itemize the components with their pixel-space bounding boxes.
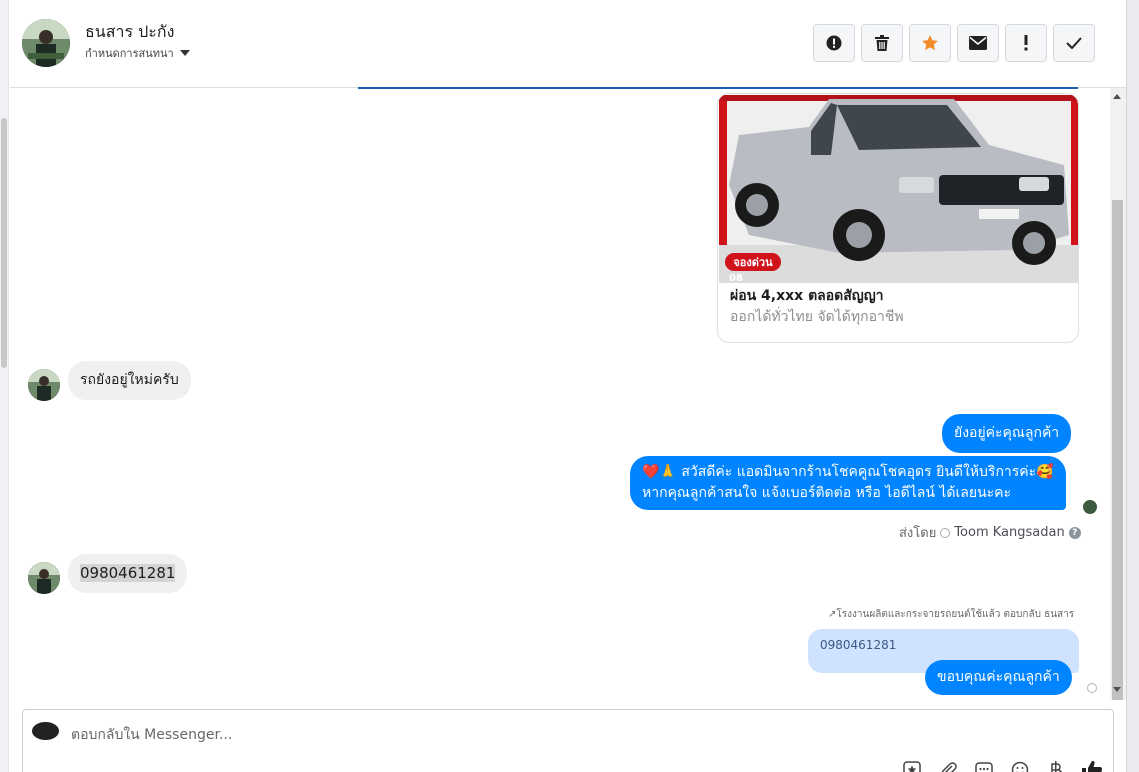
contact-name[interactable]: ธนสาร ปะกัง bbox=[85, 20, 174, 45]
incoming-message-phone[interactable]: 0980461281 bbox=[68, 554, 188, 593]
follow-up-button[interactable] bbox=[1005, 24, 1047, 62]
star-icon bbox=[922, 35, 938, 51]
like-icon[interactable] bbox=[1081, 759, 1103, 772]
message-scrollbar[interactable] bbox=[1110, 88, 1126, 700]
composer-input[interactable]: ตอบกลับใน Messenger... bbox=[71, 724, 232, 746]
page-logo-icon bbox=[32, 722, 59, 740]
left-scrollbar[interactable] bbox=[0, 0, 9, 772]
emoji-icon[interactable] bbox=[1009, 759, 1031, 772]
assign-conversation-dropdown[interactable]: กำหนดการสนทนา bbox=[85, 44, 190, 62]
reply-composer[interactable]: ตอบกลับใน Messenger... bbox=[22, 709, 1114, 772]
help-icon[interactable]: ? bbox=[1068, 526, 1081, 539]
caret-down-icon bbox=[179, 50, 190, 56]
scroll-down-arrow-icon[interactable] bbox=[1113, 687, 1121, 692]
pickup-truck-image: จองด่วน 08 bbox=[719, 95, 1078, 283]
phone-number-text[interactable]: 0980461281 bbox=[80, 564, 176, 582]
assign-label: กำหนดการสนทนา bbox=[85, 47, 174, 60]
card-phone-partial: 08 bbox=[729, 273, 743, 283]
sent-by-info: ส่งโดย Toom Kangsadan ? bbox=[899, 522, 1081, 543]
outgoing-message-greeting[interactable]: ❤️🙏 สวัสดีค่ะ แอดมินจากร้านโชคคูณโชคอุดร… bbox=[630, 456, 1066, 510]
saved-reply-icon[interactable] bbox=[901, 759, 923, 772]
exclamation-icon bbox=[1024, 35, 1028, 51]
mark-done-button[interactable] bbox=[1053, 24, 1095, 62]
outgoing-message-thanks[interactable]: ขอบคุณค่ะคุณลูกค้า bbox=[925, 660, 1072, 695]
contact-avatar-small[interactable] bbox=[28, 369, 60, 401]
conversation-header: ธนสาร ปะกัง กำหนดการสนทนา bbox=[10, 0, 1126, 88]
card-subtitle: ออกได้ทั่วไทย จัดได้ทุกอาชีพ bbox=[730, 309, 904, 325]
scroll-up-arrow-icon[interactable] bbox=[1113, 94, 1121, 99]
sender-name[interactable]: Toom Kangsadan bbox=[954, 525, 1064, 540]
greeting-line-1: ❤️🙏 สวัสดีค่ะ แอดมินจากร้านโชคคูณโชคอุดร… bbox=[642, 464, 1054, 480]
trash-icon bbox=[875, 35, 889, 51]
chat-bubble-icon[interactable] bbox=[973, 759, 995, 772]
sent-check-icon bbox=[1087, 683, 1097, 693]
attachment-icon[interactable] bbox=[937, 759, 959, 772]
side-panel-edge bbox=[1126, 0, 1139, 772]
messenger-window: ธนสาร ปะกัง กำหนดการสนทนา จองด่วน 08 ผ่อ… bbox=[0, 0, 1139, 772]
previous-message-edge bbox=[358, 87, 1078, 89]
card-badge: จองด่วน bbox=[733, 256, 773, 269]
left-scroll-thumb[interactable] bbox=[1, 118, 7, 368]
seen-avatar bbox=[1083, 500, 1097, 514]
exclamation-circle-icon bbox=[826, 35, 842, 51]
delete-button[interactable] bbox=[861, 24, 903, 62]
greeting-line-2: หากคุณลูกค้าสนใจ แจ้งเบอร์ติดต่อ หรือ ไอ… bbox=[642, 485, 1012, 501]
card-title: ผ่อน 4,xxx ตลอดสัญญา bbox=[730, 288, 884, 304]
star-button[interactable] bbox=[909, 24, 951, 62]
baht-payment-icon[interactable] bbox=[1045, 759, 1067, 772]
scroll-thumb[interactable] bbox=[1112, 200, 1123, 700]
product-card[interactable]: จองด่วน 08 ผ่อน 4,xxx ตลอดสัญญา ออกได้ทั… bbox=[717, 93, 1079, 343]
outgoing-message[interactable]: ยังอยู่ค่ะคุณลูกค้า bbox=[942, 414, 1072, 453]
incoming-message[interactable]: รถยังอยู่ใหม่ครับ bbox=[68, 361, 191, 400]
check-icon bbox=[1066, 37, 1082, 49]
verified-icon bbox=[940, 527, 951, 538]
mark-spam-button[interactable] bbox=[813, 24, 855, 62]
contact-avatar-small[interactable] bbox=[28, 562, 60, 594]
contact-avatar[interactable] bbox=[22, 19, 70, 67]
mark-unread-button[interactable] bbox=[957, 24, 999, 62]
envelope-icon bbox=[969, 36, 987, 50]
sent-by-label: ส่งโดย bbox=[899, 526, 937, 541]
composer-tools bbox=[901, 759, 1103, 772]
header-actions bbox=[813, 24, 1095, 62]
reply-context-note: ↗โรงงานผลิตและกระจายรถยนต์ใช้แล้ว ตอบกลั… bbox=[828, 609, 1075, 620]
